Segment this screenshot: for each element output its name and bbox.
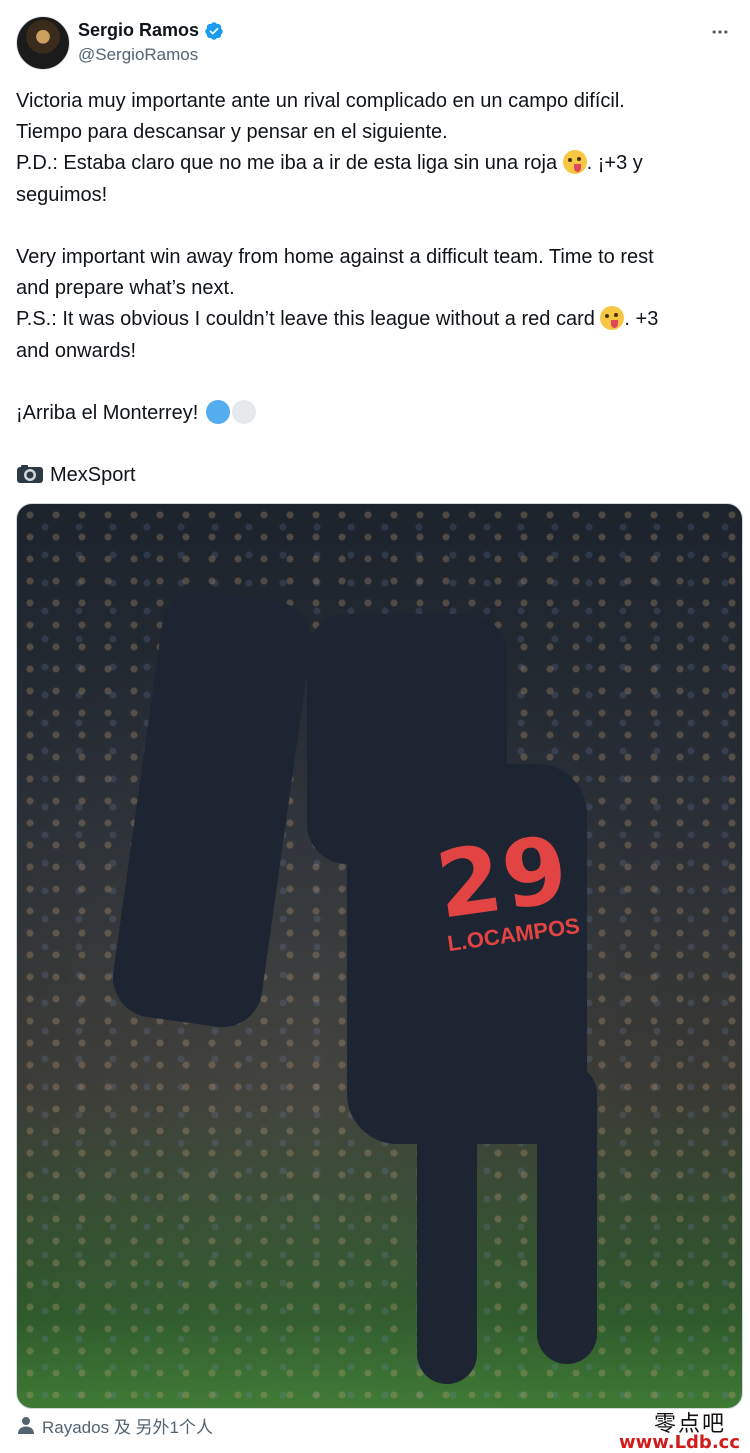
person-icon xyxy=(18,1417,34,1434)
more-button[interactable] xyxy=(706,18,734,46)
text-segment: . +3 xyxy=(624,308,659,331)
handle[interactable]: @SergioRamos xyxy=(78,45,198,65)
photo-credit: MexSport xyxy=(50,464,136,487)
text-line: P.S.: It was obvious I couldn’t leave th… xyxy=(16,304,736,335)
tweet-header: Sergio Ramos @SergioRamos xyxy=(16,16,734,72)
blue-circle-icon xyxy=(205,400,230,424)
text-segment: . ¡+3 y xyxy=(586,152,643,175)
closing-text: ¡Arriba el Monterrey! xyxy=(16,402,204,424)
text-line: P.D.: Estaba claro que no me iba a ir de… xyxy=(16,148,736,179)
text-line: ¡Arriba el Monterrey! xyxy=(16,398,736,429)
tagged-people[interactable]: Rayados 及 另外1个人 xyxy=(18,1412,213,1438)
tweet-photo[interactable]: 29 L.OCAMPOS xyxy=(16,503,743,1409)
text-line: and prepare what’s next. xyxy=(16,277,235,300)
text-segment: P.D.: Estaba claro que no me iba a ir de… xyxy=(16,152,563,175)
text-line: seguimos! xyxy=(16,183,108,206)
text-line: Tiempo para descansar y pensar en el sig… xyxy=(16,121,448,144)
tweet-text: Victoria muy importante ante un rival co… xyxy=(16,86,736,492)
player-figure xyxy=(537,1064,597,1364)
emoji-tongue-icon xyxy=(600,306,625,331)
display-name[interactable]: Sergio Ramos xyxy=(78,20,199,41)
white-circle-icon xyxy=(231,400,256,424)
text-line: Victoria muy importante ante un rival co… xyxy=(16,90,625,112)
camera-icon xyxy=(17,465,43,484)
text-segment: P.S.: It was obvious I couldn’t leave th… xyxy=(16,308,601,331)
emoji-tongue-icon xyxy=(562,150,587,175)
tagged-text: Rayados 及 另外1个人 xyxy=(42,1417,213,1437)
text-line: and onwards! xyxy=(16,339,137,362)
name-row: Sergio Ramos xyxy=(78,20,224,41)
avatar[interactable] xyxy=(16,16,70,70)
text-line: MexSport xyxy=(16,460,736,491)
verified-badge-icon xyxy=(205,21,223,40)
text-line: Very important win away from home agains… xyxy=(16,246,654,268)
player-figure xyxy=(417,1084,477,1384)
watermark-url: www.Ldb.cc xyxy=(619,1432,740,1453)
more-icon xyxy=(712,30,728,34)
